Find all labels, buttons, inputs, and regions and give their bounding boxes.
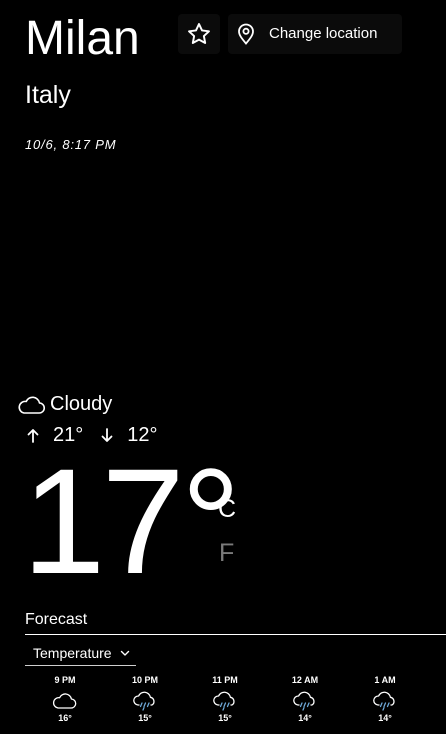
cloud-icon xyxy=(18,396,46,414)
cloud-rain-icon xyxy=(293,691,315,711)
favorite-button[interactable] xyxy=(178,14,220,54)
forecast-hour-time: 9 PM xyxy=(54,675,76,685)
forecast-metric-value: Temperature xyxy=(33,645,112,661)
cloud-icon xyxy=(52,693,77,709)
unit-celsius-toggle[interactable]: C xyxy=(218,494,236,524)
city-name: Milan xyxy=(25,12,140,65)
current-temperature: 17° xyxy=(22,437,241,605)
forecast-hour-temp: 14° xyxy=(378,713,392,723)
cloud-rain-icon xyxy=(133,691,155,711)
forecast-hour-item: 10 PM 15° xyxy=(120,674,170,724)
map-pin-icon xyxy=(236,23,256,45)
unit-fahrenheit-toggle[interactable]: F xyxy=(219,538,234,568)
forecast-hour-item: 11 PM 15° xyxy=(200,674,250,724)
forecast-hour-temp: 14° xyxy=(298,713,312,723)
chevron-down-icon xyxy=(120,649,130,657)
forecast-hour-time: 11 PM xyxy=(212,675,238,685)
forecast-metric-select[interactable]: Temperature xyxy=(25,641,136,666)
change-location-label: Change location xyxy=(269,25,378,42)
forecast-hour-item: 1 AM 14° xyxy=(360,674,410,724)
star-icon xyxy=(188,23,210,44)
current-condition: Cloudy xyxy=(16,390,112,418)
condition-label: Cloudy xyxy=(50,393,113,415)
local-datetime: 10/6, 8:17 PM xyxy=(25,137,117,152)
forecast-hour-temp: 16° xyxy=(58,713,72,723)
forecast-hour-time: 1 AM xyxy=(374,675,396,685)
country-name: Italy xyxy=(25,81,71,109)
forecast-hour-item: 12 AM 14° xyxy=(280,674,330,724)
forecast-hour-time: 10 PM xyxy=(131,675,158,685)
forecast-hour-temp: 15° xyxy=(218,713,232,723)
cloud-rain-icon xyxy=(373,691,395,711)
cloud-rain-icon xyxy=(213,691,235,711)
forecast-hour-temp: 15° xyxy=(138,713,152,723)
forecast-heading: Forecast xyxy=(25,611,88,628)
change-location-button[interactable]: Change location xyxy=(228,14,402,54)
forecast-hour-time: 12 AM xyxy=(291,675,319,685)
forecast-divider xyxy=(25,634,446,635)
forecast-hour-item: 9 PM 16° xyxy=(40,674,90,724)
